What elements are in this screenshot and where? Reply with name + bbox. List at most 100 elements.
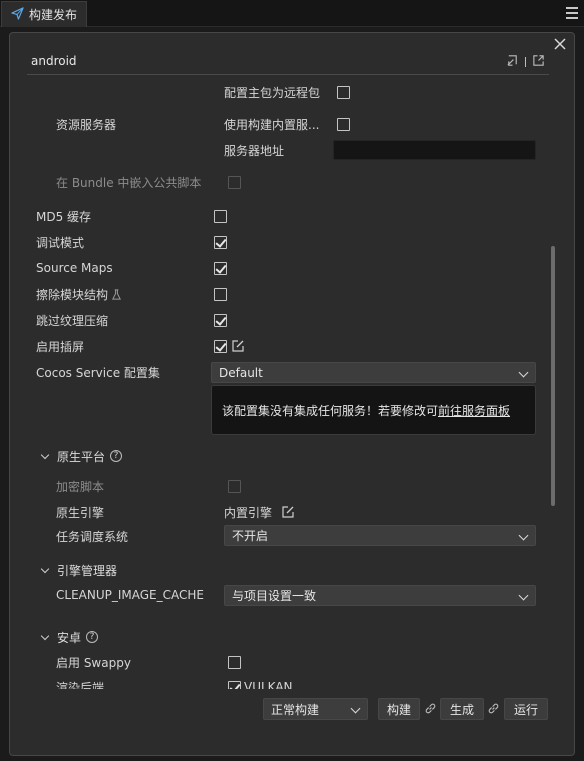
source-maps-label: Source Maps	[36, 261, 113, 275]
tab-bar: 构建发布	[0, 0, 584, 27]
help-icon[interactable]: ?	[86, 631, 99, 643]
main-remote-label: 配置主包为远程包	[224, 85, 321, 100]
cleanup-label: CLEANUP_IMAGE_CACHE	[56, 588, 204, 602]
chevron-down-icon	[350, 703, 361, 714]
md5-label: MD5 缓存	[36, 209, 92, 224]
splash-checkbox[interactable]	[214, 340, 227, 353]
chevron-down-icon	[518, 367, 529, 378]
chevron-down-icon	[518, 590, 529, 601]
use-builtin-server-label: 使用构建内置服...	[224, 117, 320, 132]
md5-row: MD5 缓存	[36, 205, 91, 227]
native-engine-value: 内置引擎	[224, 505, 273, 520]
vulkan-checkbox[interactable]	[228, 681, 241, 689]
engine-manager-section-header[interactable]: 引擎管理器	[40, 562, 118, 578]
cleanup-value: 与项目设置一致	[232, 589, 317, 603]
asset-server-label: 资源服务器	[56, 117, 117, 132]
cocos-service-value: Default	[219, 365, 263, 380]
scheduler-select[interactable]: 不开启	[224, 525, 536, 546]
service-info-text: 该配置集没有集成任何服务！若要修改可	[222, 403, 439, 418]
service-panel-link[interactable]: 前往服务面板	[438, 402, 510, 419]
run-button[interactable]: 运行	[504, 698, 548, 720]
experimental-icon	[111, 288, 122, 300]
android-section-header[interactable]: 安卓 ?	[40, 629, 99, 645]
cocos-service-label: Cocos Service 配置集	[36, 365, 160, 380]
edit-engine-icon[interactable]	[282, 506, 294, 518]
erase-modules-checkbox[interactable]	[214, 288, 227, 301]
android-section-title: 安卓	[57, 630, 82, 645]
build-button[interactable]: 构建	[378, 698, 420, 720]
erase-modules-label: 擦除模块结构	[36, 287, 109, 302]
embed-bundle-row: 在 Bundle 中嵌入公共脚本	[56, 171, 201, 193]
splash-label: 启用插屏	[36, 339, 85, 354]
chevron-down-icon	[40, 631, 50, 640]
native-engine-label: 原生引擎	[56, 505, 105, 520]
cocos-service-select[interactable]: Default	[211, 362, 536, 383]
server-address-input[interactable]	[333, 140, 536, 160]
hamburger-menu-icon[interactable]	[566, 7, 578, 19]
build-mode-value: 正常构建	[271, 702, 320, 717]
embed-bundle-label: 在 Bundle 中嵌入公共脚本	[56, 175, 202, 190]
erase-modules-row: 擦除模块结构	[36, 283, 122, 305]
platform-header: android	[27, 49, 549, 75]
use-builtin-server-row: 使用构建内置服...	[224, 113, 319, 135]
vulkan-label: VULKAN	[244, 680, 293, 689]
embed-bundle-checkbox[interactable]	[228, 176, 241, 189]
native-engine-row: 原生引擎	[56, 501, 104, 523]
cleanup-select[interactable]: 与项目设置一致	[224, 585, 536, 606]
export-icon[interactable]	[532, 54, 545, 70]
debug-label: 调试模式	[36, 235, 85, 250]
skip-compress-row: 跳过纹理压缩	[36, 309, 108, 331]
tab-build-publish[interactable]: 构建发布	[1, 1, 87, 27]
help-icon[interactable]: ?	[110, 450, 123, 462]
splash-row: 启用插屏	[36, 335, 84, 357]
service-info-box: 该配置集没有集成任何服务！若要修改可 前往服务面板	[211, 385, 536, 435]
close-icon[interactable]	[553, 37, 567, 51]
use-builtin-server-checkbox[interactable]	[337, 118, 350, 131]
import-icon[interactable]	[506, 54, 519, 70]
skip-compress-checkbox[interactable]	[214, 314, 227, 327]
engine-manager-title: 引擎管理器	[57, 563, 118, 578]
debug-checkbox[interactable]	[214, 236, 227, 249]
build-mode-select[interactable]: 正常构建	[263, 698, 368, 720]
native-section-title: 原生平台	[57, 449, 106, 464]
scheduler-row: 任务调度系统	[56, 525, 128, 547]
tab-label: 构建发布	[29, 8, 78, 22]
skip-compress-label: 跳过纹理压缩	[36, 313, 109, 328]
swappy-checkbox[interactable]	[228, 656, 241, 669]
md5-checkbox[interactable]	[214, 210, 227, 223]
encrypt-checkbox[interactable]	[228, 480, 241, 493]
render-backend-label: 渲染后端	[56, 680, 105, 690]
encrypt-row: 加密脚本	[56, 475, 104, 497]
chevron-down-icon	[40, 450, 50, 459]
encrypt-label: 加密脚本	[56, 479, 105, 494]
scheduler-label: 任务调度系统	[56, 529, 129, 544]
link-icon	[424, 702, 437, 715]
vulkan-row: VULKAN	[244, 676, 293, 689]
vertical-scrollbar[interactable]	[551, 246, 555, 506]
asset-server-row: 资源服务器	[56, 113, 116, 135]
server-address-row: 服务器地址	[224, 139, 284, 161]
swappy-label: 启用 Swappy	[56, 655, 131, 670]
render-backend-row: 渲染后端	[56, 676, 105, 690]
native-engine-value-row: 内置引擎	[224, 501, 294, 523]
chevron-down-icon	[40, 564, 50, 573]
source-maps-checkbox[interactable]	[214, 262, 227, 275]
debug-row: 调试模式	[36, 231, 84, 253]
header-separator	[525, 57, 526, 67]
cleanup-row: CLEANUP_IMAGE_CACHE	[56, 584, 204, 606]
make-button[interactable]: 生成	[440, 698, 484, 720]
source-maps-row: Source Maps	[36, 257, 113, 279]
send-icon	[11, 6, 24, 23]
edit-splash-icon[interactable]	[232, 340, 244, 355]
action-bar: 正常构建 构建 生成 运行	[10, 697, 574, 725]
main-remote-checkbox[interactable]	[337, 86, 350, 99]
settings-scroll-area[interactable]: 配置主包为远程包 资源服务器 使用构建内置服... 服务器地址 在 Bundle…	[10, 77, 574, 689]
link-icon	[487, 702, 500, 715]
native-section-header[interactable]: 原生平台 ?	[40, 448, 123, 464]
swappy-row: 启用 Swappy	[56, 651, 131, 673]
platform-title: android	[31, 54, 77, 68]
cocos-service-row: Cocos Service 配置集	[36, 361, 160, 383]
server-address-label: 服务器地址	[224, 143, 285, 158]
build-panel: android 配置主包为远程包 资源服务器 使用构建内置服... 服务器地址	[9, 32, 575, 756]
main-remote-row: 配置主包为远程包	[224, 81, 320, 103]
